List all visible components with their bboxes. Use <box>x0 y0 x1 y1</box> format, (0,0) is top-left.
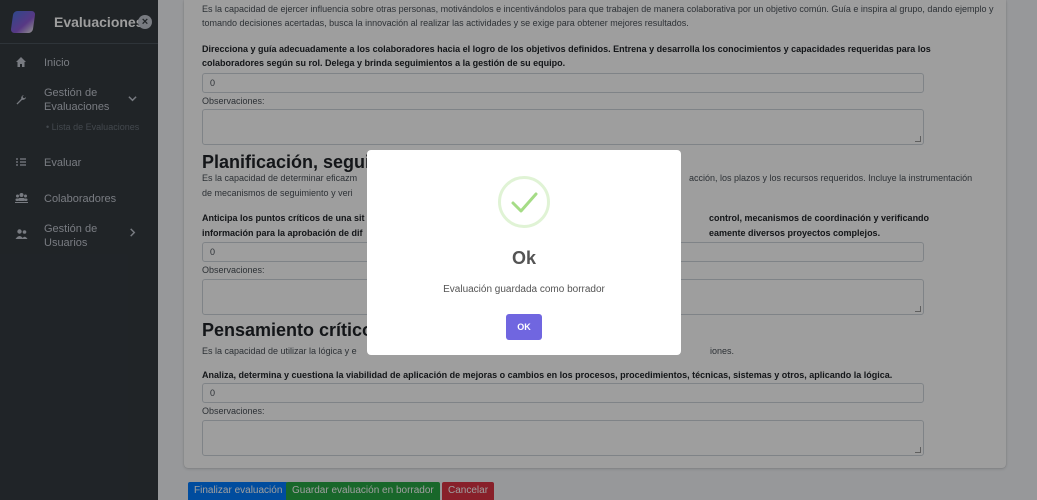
success-check-icon <box>498 176 550 228</box>
dialog-message: Evaluación guardada como borrador <box>443 284 605 295</box>
dialog-title: Ok <box>511 248 536 268</box>
ok-button[interactable]: OK <box>506 314 542 340</box>
success-dialog: Ok Evaluación guardada como borrador OK <box>367 150 681 355</box>
